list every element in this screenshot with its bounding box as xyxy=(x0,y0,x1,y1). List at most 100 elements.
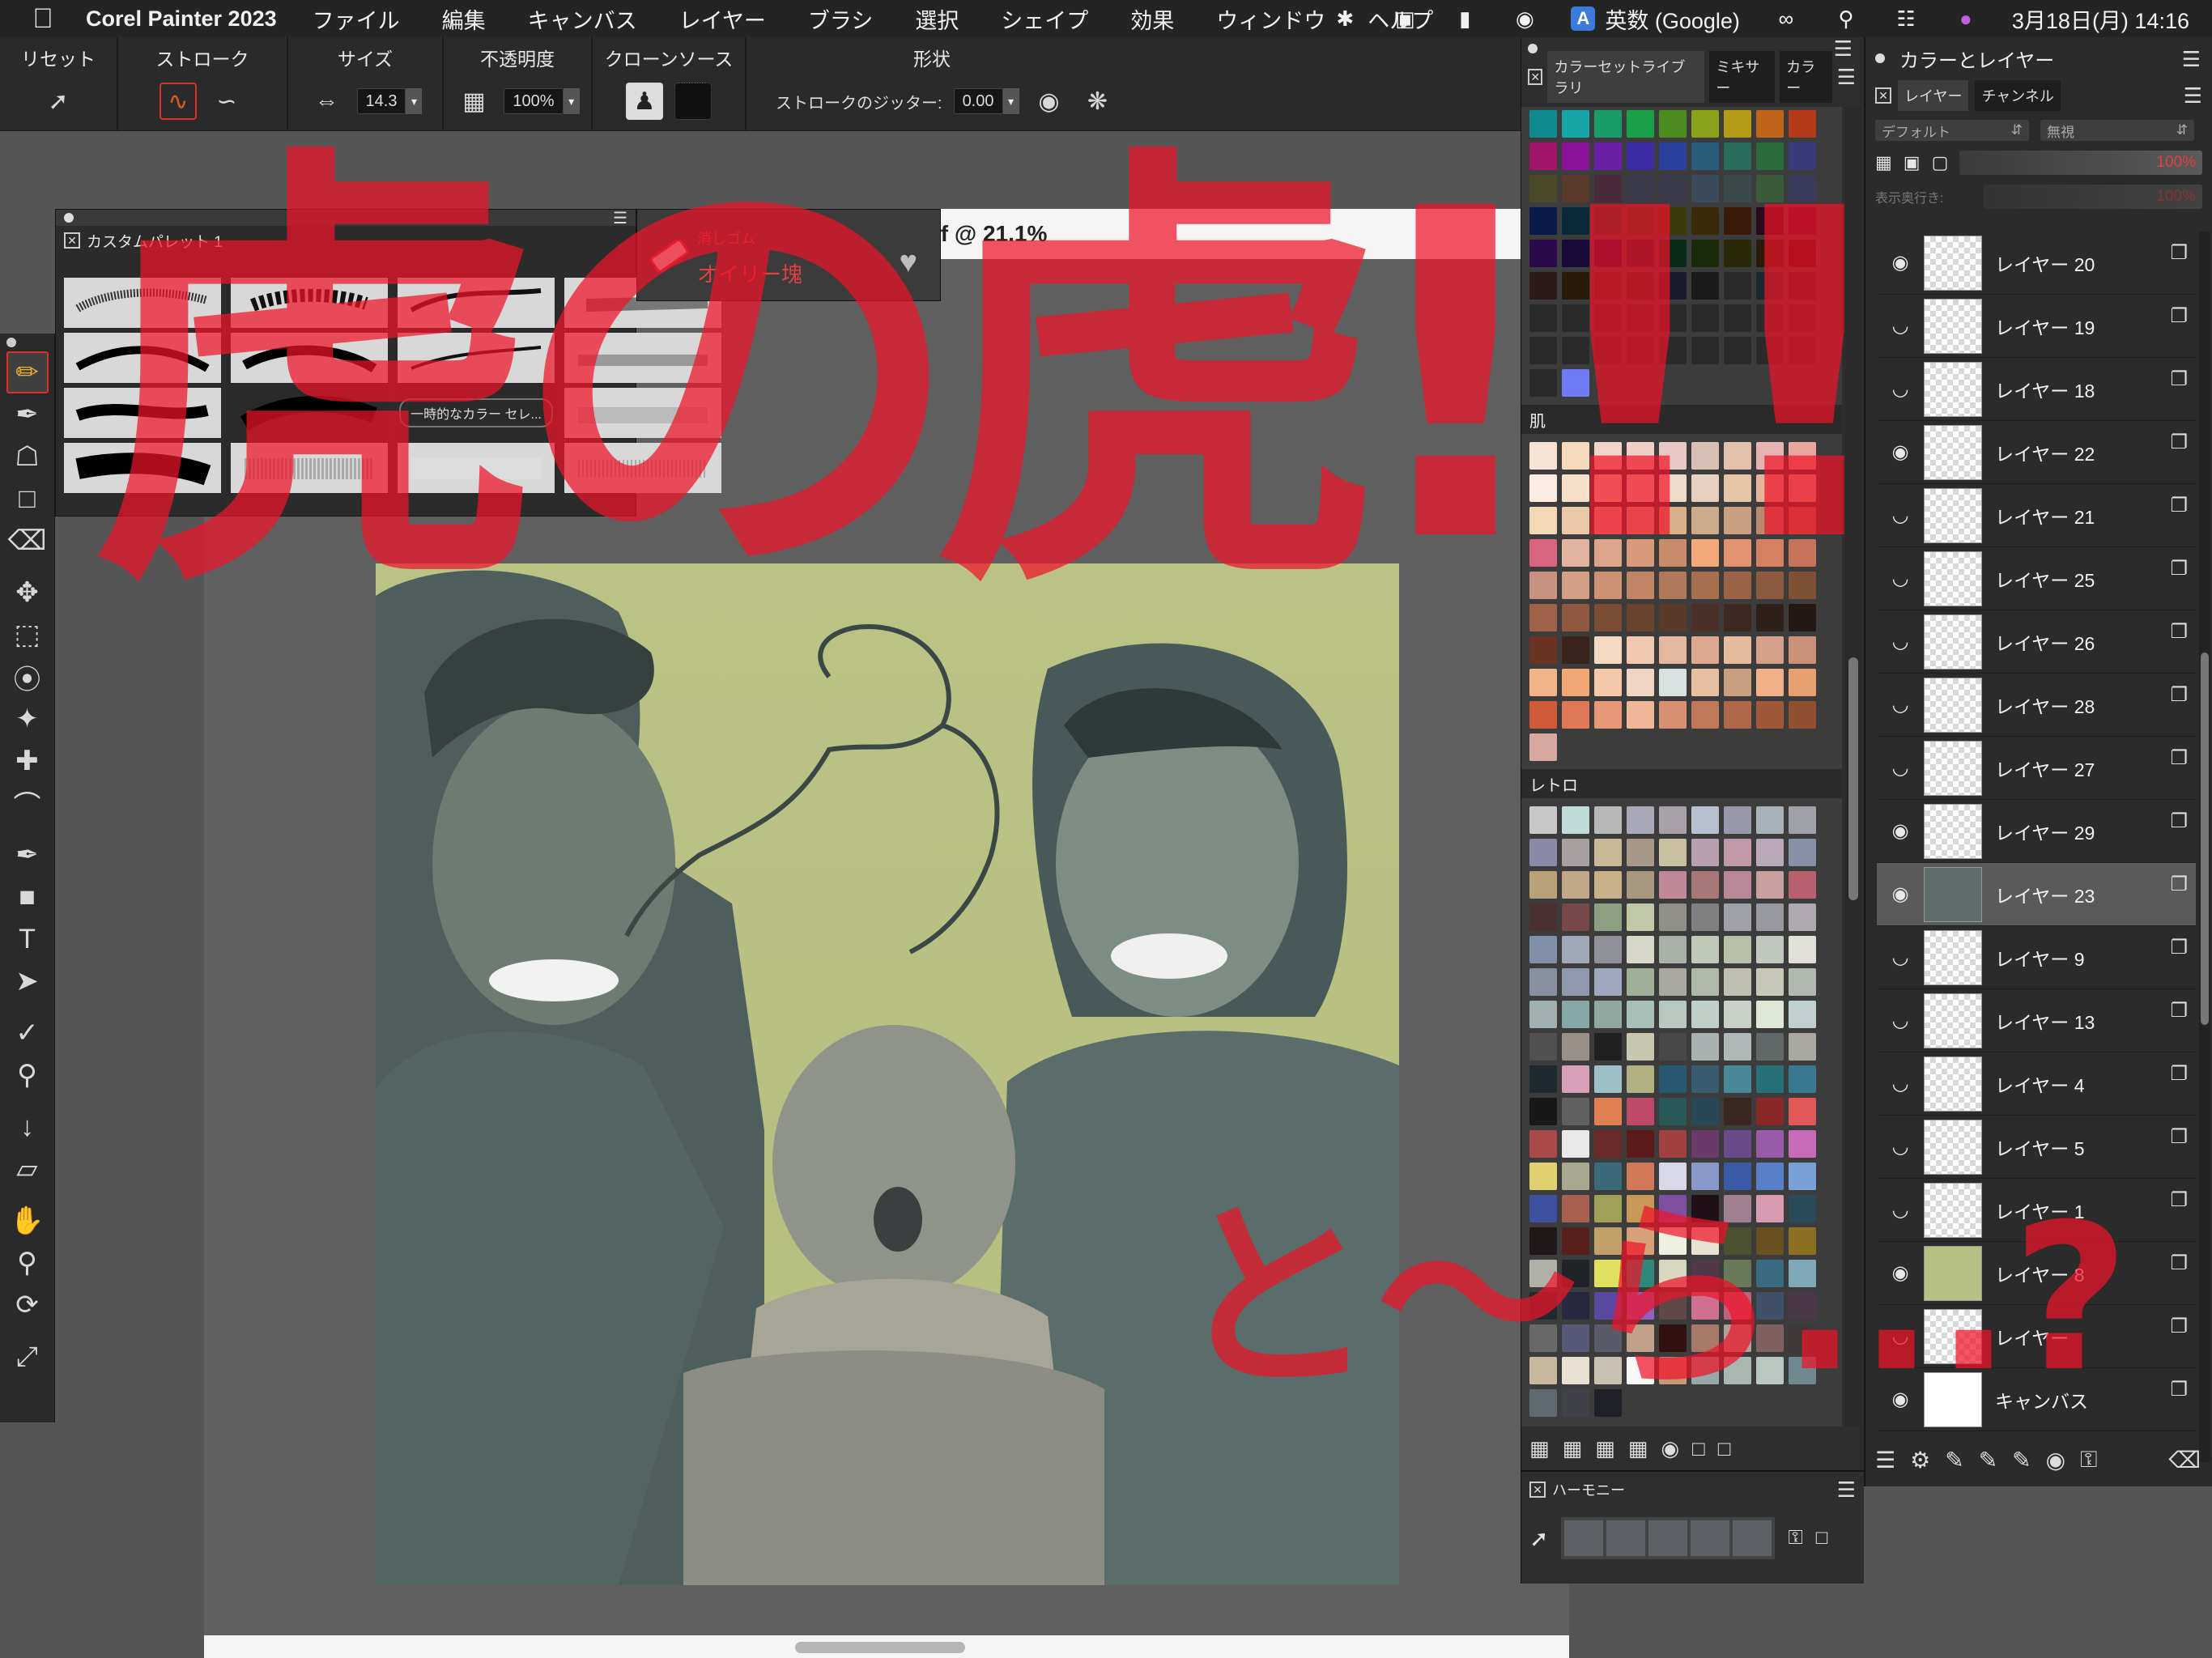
color-swatch[interactable] xyxy=(1627,669,1654,696)
rectangle-shape-icon[interactable]: ■ xyxy=(6,876,49,918)
eye-closed-icon[interactable]: ◡ xyxy=(1877,567,1924,590)
color-swatch[interactable] xyxy=(1562,701,1589,729)
color-swatch[interactable] xyxy=(1756,1065,1784,1093)
color-swatch[interactable] xyxy=(1529,1163,1557,1190)
color-swatch[interactable] xyxy=(1756,1033,1784,1061)
eye-closed-icon[interactable]: ◡ xyxy=(1877,314,1924,338)
color-swatch[interactable] xyxy=(1627,806,1654,834)
screen-mirroring-icon[interactable]: ▣ xyxy=(1391,6,1419,31)
color-swatch[interactable] xyxy=(1789,1227,1816,1255)
opacity-grid-icon[interactable]: ▦ xyxy=(455,83,492,120)
color-swatch[interactable] xyxy=(1724,903,1751,931)
color-swatch[interactable] xyxy=(1627,871,1654,899)
color-swatch[interactable] xyxy=(1691,1001,1719,1028)
jitter-value[interactable]: 0.00 xyxy=(953,88,1003,114)
color-swatch[interactable] xyxy=(1789,337,1816,364)
color-swatch[interactable] xyxy=(1594,701,1622,729)
color-swatch[interactable] xyxy=(1627,1195,1654,1222)
eye-closed-icon[interactable]: ◡ xyxy=(1877,1198,1924,1222)
color-swatch[interactable] xyxy=(1627,936,1654,963)
brush-preset[interactable] xyxy=(398,443,555,493)
color-swatch[interactable] xyxy=(1529,1033,1557,1061)
harmony-swatch[interactable] xyxy=(1733,1520,1772,1556)
custom-palette-tab[interactable]: ✕ カスタムパレット 1 xyxy=(56,226,636,255)
color-swatch[interactable] xyxy=(1756,604,1784,631)
brush-category[interactable]: 消しゴム xyxy=(697,227,755,249)
shape-selection-icon[interactable]: ➤ xyxy=(6,960,49,1002)
color-swatch[interactable] xyxy=(1627,1001,1654,1028)
color-swatch[interactable] xyxy=(1659,1357,1687,1384)
eye-closed-icon[interactable]: ◡ xyxy=(1877,756,1924,780)
color-swatch[interactable] xyxy=(1659,304,1687,332)
brush-preset[interactable] xyxy=(231,443,388,493)
control-center-icon[interactable]: ☷ xyxy=(1892,6,1920,31)
document-scrollbar[interactable] xyxy=(204,1635,1569,1658)
temporary-color-set-button[interactable]: 一時的なカラー セレ... xyxy=(398,388,555,438)
layer-adjuster-icon[interactable]: ✥ xyxy=(6,572,49,614)
search-colors-icon[interactable]: ▦ xyxy=(1595,1436,1615,1461)
color-swatch[interactable] xyxy=(1627,1163,1654,1190)
color-swatch[interactable] xyxy=(1691,272,1719,300)
color-swatch[interactable] xyxy=(1529,507,1557,534)
brush-preset[interactable] xyxy=(231,388,388,438)
color-swatch[interactable] xyxy=(1594,903,1622,931)
color-swatch[interactable] xyxy=(1724,1357,1751,1384)
color-swatch[interactable] xyxy=(1659,1001,1687,1028)
color-swatch[interactable] xyxy=(1627,442,1654,470)
pick-up-underlying-icon[interactable]: ▦ xyxy=(1875,152,1892,173)
tab-layers[interactable]: レイヤー xyxy=(1898,80,1969,111)
color-swatch[interactable] xyxy=(1789,968,1816,996)
user-icon[interactable]: ◉ xyxy=(1511,6,1538,31)
app-menu[interactable]: Corel Painter 2023 xyxy=(86,6,277,32)
close-icon[interactable]: ✕ xyxy=(1529,1482,1546,1498)
color-swatch[interactable] xyxy=(1627,539,1654,567)
eye-closed-icon[interactable]: ◡ xyxy=(1877,377,1924,401)
color-swatch[interactable] xyxy=(1659,636,1687,664)
color-swatch[interactable] xyxy=(1659,572,1687,599)
clock[interactable]: 3月18日(月) 14:16 xyxy=(2012,3,2189,35)
color-swatch[interactable] xyxy=(1659,1292,1687,1320)
layer-row[interactable]: ◉ レイヤー 8 ❐ xyxy=(1877,1242,2196,1305)
color-swatch[interactable] xyxy=(1756,871,1784,899)
color-swatch[interactable] xyxy=(1529,903,1557,931)
scrollbar-thumb[interactable] xyxy=(1848,657,1858,900)
color-swatch[interactable] xyxy=(1529,304,1557,332)
color-swatch[interactable] xyxy=(1594,175,1622,202)
color-swatch[interactable] xyxy=(1789,539,1816,567)
color-swatch[interactable] xyxy=(1594,1260,1622,1287)
apple-icon[interactable]:  xyxy=(21,0,65,37)
color-swatch[interactable] xyxy=(1562,507,1589,534)
layers-panel-header[interactable]: カラーとレイヤー ☰ xyxy=(1865,37,2212,79)
paint-bucket-icon[interactable]: ☖ xyxy=(6,436,49,478)
color-swatch[interactable] xyxy=(1594,539,1622,567)
color-swatch[interactable] xyxy=(1724,1065,1751,1093)
color-swatch[interactable] xyxy=(1594,1163,1622,1190)
color-swatch[interactable] xyxy=(1691,1065,1719,1093)
color-swatch[interactable] xyxy=(1594,1195,1622,1222)
preserve-select[interactable]: 無視 ⇵ xyxy=(2040,120,2194,141)
color-swatch[interactable] xyxy=(1594,142,1622,170)
new-color-set-icon[interactable]: □ xyxy=(1692,1436,1705,1461)
color-swatch[interactable] xyxy=(1724,701,1751,729)
color-swatch[interactable] xyxy=(1756,442,1784,470)
color-swatch[interactable] xyxy=(1627,337,1654,364)
layer-row[interactable]: ◡ レイヤー 27 ❐ xyxy=(1877,737,2196,800)
harmony-swatch[interactable] xyxy=(1606,1520,1646,1556)
color-swatch[interactable] xyxy=(1562,1130,1589,1158)
panel-menu-icon[interactable]: ☰ xyxy=(1837,1477,1856,1503)
color-swatch[interactable] xyxy=(1691,968,1719,996)
scrollbar-thumb[interactable] xyxy=(795,1642,965,1653)
color-swatch[interactable] xyxy=(1691,604,1719,631)
color-swatch[interactable] xyxy=(1724,304,1751,332)
opacity-field[interactable]: 100% ▾ xyxy=(504,88,580,114)
color-swatch[interactable] xyxy=(1724,272,1751,300)
color-swatch[interactable] xyxy=(1756,669,1784,696)
layer-row[interactable]: ◉ レイヤー 23 ❐ xyxy=(1877,863,2196,926)
color-swatch[interactable] xyxy=(1724,669,1751,696)
eraser-tool-icon[interactable]: ⌫ xyxy=(6,520,49,562)
color-swatch[interactable] xyxy=(1691,1098,1719,1125)
color-swatch[interactable] xyxy=(1756,474,1784,502)
color-swatch[interactable] xyxy=(1627,142,1654,170)
color-swatch[interactable] xyxy=(1594,207,1622,235)
color-swatch[interactable] xyxy=(1756,1227,1784,1255)
